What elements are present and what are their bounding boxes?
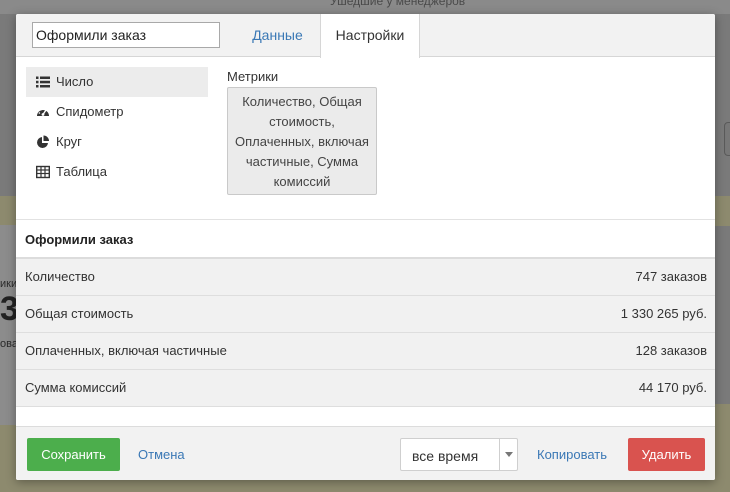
- preview-row: Оплаченных, включая частичные 128 заказо…: [16, 333, 715, 370]
- table-icon: [36, 165, 50, 179]
- list-icon: [36, 76, 50, 88]
- metrics-selector[interactable]: Количество, Общая стоимость, Оплаченных,…: [227, 87, 377, 195]
- preview-row-label: Количество: [25, 269, 95, 284]
- preview-row-value: 1 330 265 руб.: [620, 306, 707, 321]
- visualization-type-list: Число Спидометр Круг Таблица: [26, 67, 208, 187]
- modal-header: Данные Настройки: [16, 14, 715, 58]
- widget-settings-modal: Данные Настройки Число: [16, 14, 715, 480]
- type-item-table[interactable]: Таблица: [26, 157, 208, 187]
- preview-row-value: 44 170 руб.: [638, 380, 707, 395]
- preview-row-label: Оплаченных, включая частичные: [25, 343, 227, 358]
- tab-data[interactable]: Данные: [237, 14, 318, 58]
- select-divider: [499, 439, 500, 470]
- preview-row: Количество 747 заказов: [16, 259, 715, 296]
- type-item-label: Круг: [56, 134, 82, 149]
- type-item-label: Число: [56, 74, 94, 89]
- modal-footer: Сохранить Отмена все время Копировать Уд…: [16, 426, 715, 480]
- background-side-handle: [724, 122, 730, 156]
- speedometer-icon: [37, 108, 49, 116]
- preview-row-label: Общая стоимость: [25, 306, 134, 321]
- type-item-label: Спидометр: [56, 104, 124, 119]
- preview-row-value: 747 заказов: [635, 269, 708, 284]
- tab-settings[interactable]: Настройки: [320, 14, 420, 58]
- copy-button[interactable]: Копировать: [537, 438, 607, 471]
- pie-chart-icon: [37, 135, 49, 148]
- type-item-number[interactable]: Число: [26, 67, 208, 97]
- delete-button[interactable]: Удалить: [628, 438, 705, 471]
- period-select-value: все время: [412, 448, 479, 464]
- preview-row: Сумма комиссий 44 170 руб.: [16, 370, 715, 407]
- chevron-down-icon: [505, 452, 513, 457]
- widget-title-input[interactable]: [32, 22, 220, 48]
- background-header: Ушедшие у менеджеров: [0, 0, 730, 14]
- metrics-label: Метрики: [227, 69, 279, 84]
- preview-row-value: 128 заказов: [635, 343, 708, 358]
- background-header-text: Ушедшие у менеджеров: [330, 0, 466, 8]
- preview-table: Количество 747 заказов Общая стоимость 1…: [16, 257, 715, 407]
- period-select[interactable]: все время: [400, 438, 518, 471]
- preview-row-label: Сумма комиссий: [25, 380, 127, 395]
- type-item-speedometer[interactable]: Спидометр: [26, 97, 208, 127]
- save-button[interactable]: Сохранить: [27, 438, 120, 471]
- background-card-label: ики: [0, 278, 18, 290]
- type-item-pie[interactable]: Круг: [26, 127, 208, 157]
- cancel-button[interactable]: Отмена: [138, 438, 185, 471]
- section-divider: [16, 219, 715, 220]
- preview-title: Оформили заказ: [25, 232, 134, 247]
- preview-row: Общая стоимость 1 330 265 руб.: [16, 296, 715, 333]
- type-item-label: Таблица: [56, 164, 107, 179]
